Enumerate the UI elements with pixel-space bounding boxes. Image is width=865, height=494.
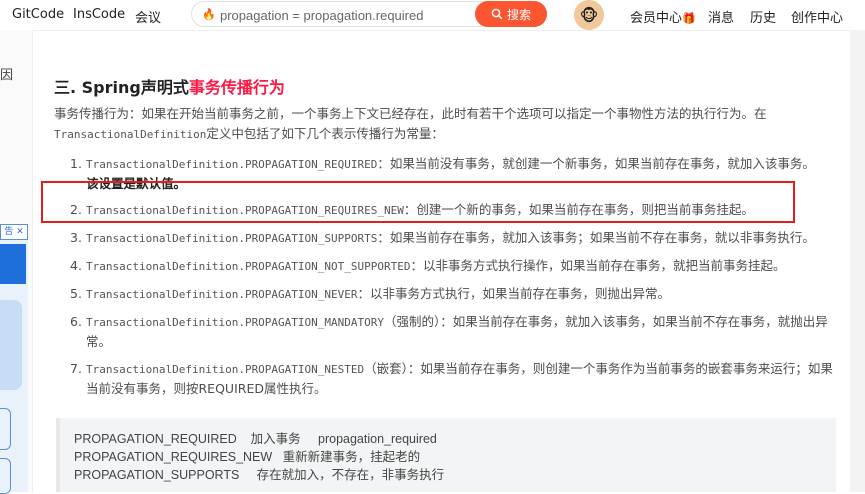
ad-side-button[interactable]	[0, 408, 11, 450]
search-input[interactable]	[218, 5, 462, 25]
gift-icon: 🎁	[682, 12, 696, 25]
nav-link-gitcode[interactable]: GitCode	[12, 7, 64, 22]
inline-code: TransactionalDefinition.PROPAGATION_NEST…	[86, 363, 365, 376]
ad-side-button[interactable]	[0, 458, 11, 494]
annotation-highlight-box	[41, 181, 795, 223]
page-scrollbar[interactable]	[850, 30, 865, 492]
inline-code: TransactionalDefinition	[54, 128, 207, 141]
code-line: PROPAGATION_REQUIRES_NEW 重新新建事务，挂起老的	[74, 450, 421, 464]
list-item: 7. TransactionalDefinition.PROPAGATION_N…	[70, 361, 833, 396]
nav-link-member-center[interactable]: 会员中心🎁	[630, 7, 696, 26]
code-line: PROPAGATION_REQUIRED 加入事务 propagation_re…	[74, 432, 437, 446]
nav-link-creation-center[interactable]: 创作中心	[791, 7, 843, 26]
list-item: 6. TransactionalDefinition.PROPAGATION_M…	[70, 314, 828, 349]
inline-code: TransactionalDefinition.PROPAGATION_SUPP…	[86, 232, 378, 245]
top-nav-bar: GitCode InsCode 会议 🔥 搜索 🐵 会员中心🎁 消息 历史 创作…	[0, 0, 865, 31]
search-icon	[491, 8, 503, 20]
avatar[interactable]: 🐵	[574, 0, 604, 30]
code-block: PROPAGATION_REQUIRED 加入事务 propagation_re…	[56, 418, 836, 492]
inline-code: TransactionalDefinition.PROPAGATION_MAND…	[86, 316, 385, 329]
nav-link-messages[interactable]: 消息	[708, 7, 734, 26]
ad-graphic	[0, 244, 26, 284]
section-heading: 三. Spring声明式事务传播行为	[54, 78, 285, 97]
code-line: PROPAGATION_SUPPORTS 存在就加入，不存在，非事务执行	[74, 468, 445, 482]
nav-link-history[interactable]: 历史	[750, 7, 776, 26]
search-button-label: 搜索	[506, 7, 531, 22]
search-box: 🔥 搜索	[191, 1, 547, 27]
hot-flame-icon: 🔥	[202, 8, 216, 21]
sidebar-truncated-text: 因	[0, 68, 14, 83]
ad-close-button[interactable]: 告 ✕	[0, 224, 28, 240]
search-button[interactable]: 搜索	[475, 1, 547, 27]
heading-highlight: 事务传播行为	[188, 78, 285, 97]
list-item: 4. TransactionalDefinition.PROPAGATION_N…	[70, 258, 786, 273]
ad-illustration	[0, 300, 22, 390]
inline-code: TransactionalDefinition.PROPAGATION_NEVE…	[86, 288, 358, 301]
nav-link-meeting[interactable]: 会议	[135, 7, 161, 26]
list-item: 3. TransactionalDefinition.PROPAGATION_S…	[70, 230, 815, 245]
inline-code: TransactionalDefinition.PROPAGATION_NOT_…	[86, 260, 411, 273]
inline-code: TransactionalDefinition.PROPAGATION_REQU…	[86, 158, 378, 171]
list-item: 5. TransactionalDefinition.PROPAGATION_N…	[70, 286, 671, 301]
intro-paragraph: 事务传播行为：如果在开始当前事务之前，一个事务上下文已经存在，此时有若干个选项可…	[54, 106, 767, 141]
nav-link-inscode[interactable]: InsCode	[73, 7, 125, 22]
